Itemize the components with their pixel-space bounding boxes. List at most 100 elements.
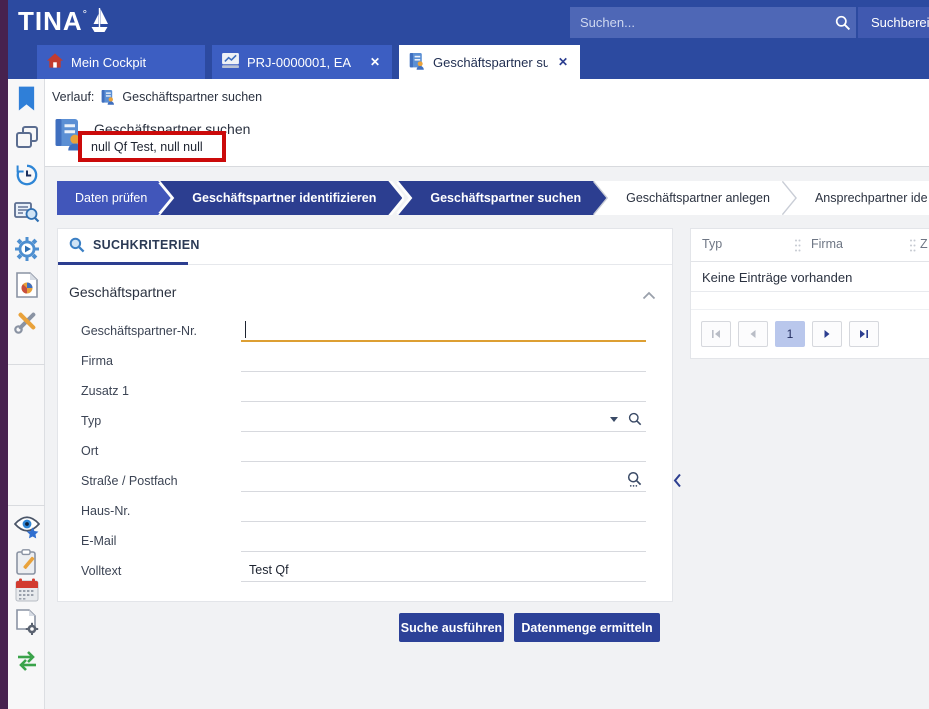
field-label: E-Mail — [81, 534, 116, 548]
sidebar-divider — [8, 364, 45, 365]
column-drag-handle-icon[interactable] — [909, 238, 916, 256]
workflow-step-gp-anlegen[interactable]: Geschäftspartner anlegen — [594, 181, 796, 215]
calendar-icon[interactable] — [8, 578, 45, 602]
close-icon[interactable]: ✕ — [556, 55, 570, 69]
field-label: Straße / Postfach — [81, 474, 178, 488]
close-icon[interactable]: ✕ — [368, 55, 382, 69]
ort-input[interactable] — [241, 439, 646, 462]
document-gear-icon[interactable] — [8, 609, 45, 635]
typ-input[interactable] — [241, 409, 646, 432]
tab-suchkriterien[interactable]: SUCHKRITERIEN — [69, 237, 200, 253]
section-title: Geschäftspartner — [69, 284, 176, 300]
first-page-button[interactable] — [701, 321, 731, 347]
sidebar-divider — [8, 505, 45, 506]
top-header: TINA ° Suchbereich — [8, 0, 929, 45]
tab-geschaeftspartner-suchen[interactable]: Geschäftspartner suc... ✕ — [399, 45, 580, 79]
history-clock-icon[interactable] — [8, 163, 45, 187]
lookup-more-icon[interactable] — [627, 471, 642, 487]
sync-arrows-icon[interactable] — [8, 650, 45, 672]
tools-icon[interactable] — [8, 308, 45, 334]
column-header-firma[interactable]: Firma — [811, 237, 843, 251]
field-row-zusatz1: Zusatz 1 — [58, 377, 672, 407]
datenmenge-ermitteln-button[interactable]: Datenmenge ermitteln — [514, 613, 660, 642]
search-scope-button[interactable]: Suchbereich — [858, 7, 929, 38]
highlighted-subtitle-box: null Qf Test, null null — [78, 131, 226, 162]
column-header-typ[interactable]: Typ — [702, 237, 722, 251]
criteria-fields: Geschäftspartner-Nr. Firma Zusatz 1 Typ — [58, 317, 672, 587]
previous-page-button[interactable] — [738, 321, 768, 347]
active-tab-underline — [58, 262, 188, 265]
workflow-step-gp-suchen[interactable]: Geschäftspartner suchen — [398, 181, 607, 215]
watchlist-eye-icon[interactable] — [8, 515, 45, 541]
workflow-step-gp-identifizieren[interactable]: Geschäftspartner identifizieren — [160, 181, 402, 215]
partner-icon — [409, 52, 425, 73]
gear-play-icon[interactable] — [8, 237, 45, 261]
pages-icon[interactable] — [8, 125, 45, 149]
history-label: Verlauf: — [52, 90, 94, 104]
last-page-button[interactable] — [849, 321, 879, 347]
tab-prj-0000001[interactable]: PRJ-0000001, EA ✕ — [212, 45, 392, 79]
field-label: Typ — [81, 414, 101, 428]
firma-input[interactable] — [241, 349, 646, 372]
field-row-firma: Firma — [58, 347, 672, 377]
next-page-button[interactable] — [812, 321, 842, 347]
table-search-icon[interactable] — [8, 200, 45, 224]
app-logo: TINA ° — [18, 6, 109, 39]
field-row-haus-nr: Haus-Nr. — [58, 497, 672, 527]
geschaeftspartner-nr-input[interactable] — [241, 319, 646, 342]
page-subtitle: null Qf Test, null null — [91, 140, 203, 154]
sailboat-icon — [90, 7, 109, 39]
haus-nr-input[interactable] — [241, 499, 646, 522]
tab-label: Geschäftspartner suc... — [433, 55, 548, 70]
clipboard-edit-icon[interactable] — [8, 549, 45, 575]
empty-results-text: Keine Einträge vorhanden — [702, 270, 852, 285]
field-row-geschaeftspartner-nr: Geschäftspartner-Nr. — [58, 317, 672, 347]
collapse-section-icon[interactable] — [642, 287, 656, 305]
volltext-input[interactable]: Test Qf — [241, 559, 646, 582]
magnifier-icon — [69, 237, 85, 253]
app-window: TINA ° Suchbereich Mein Cockpit PRJ-000 — [0, 0, 929, 709]
home-icon — [47, 53, 63, 71]
field-label: Geschäftspartner-Nr. — [81, 324, 197, 338]
tab-bar: Mein Cockpit PRJ-0000001, EA ✕ Geschäfts… — [8, 45, 929, 79]
chart-icon — [222, 53, 239, 71]
criteria-tab-label: SUCHKRITERIEN — [93, 238, 200, 252]
chevron-down-icon[interactable] — [610, 417, 618, 422]
field-label: Firma — [81, 354, 113, 368]
volltext-value: Test Qf — [249, 563, 289, 577]
workflow-step-daten-pruefen[interactable]: Daten prüfen — [57, 181, 173, 215]
tab-mein-cockpit[interactable]: Mein Cockpit — [37, 45, 205, 79]
history-entry[interactable]: Geschäftspartner suchen — [122, 90, 262, 104]
workflow-step-ansprechpartner[interactable]: Ansprechpartner ide — [783, 181, 929, 215]
logo-text: TINA — [18, 6, 83, 36]
panel-collapse-icon[interactable] — [673, 471, 685, 489]
global-search — [570, 7, 856, 38]
field-row-strasse: Straße / Postfach — [58, 467, 672, 497]
row-divider — [691, 291, 929, 292]
field-row-ort: Ort — [58, 437, 672, 467]
field-label: Volltext — [81, 564, 121, 578]
field-row-email: E-Mail — [58, 527, 672, 557]
page-number-button[interactable]: 1 — [775, 321, 805, 347]
suche-ausfuehren-button[interactable]: Suche ausführen — [399, 613, 504, 642]
results-panel: Typ Firma Z Keine Einträge vorhanden 1 — [690, 228, 929, 359]
pagination: 1 — [701, 321, 879, 347]
tab-label: PRJ-0000001, EA — [247, 55, 360, 70]
field-label: Zusatz 1 — [81, 384, 129, 398]
row-divider — [691, 309, 929, 310]
tab-label: Mein Cockpit — [71, 55, 195, 70]
field-row-typ: Typ — [58, 407, 672, 437]
zusatz1-input[interactable] — [241, 379, 646, 402]
logo-registered-mark: ° — [83, 9, 87, 21]
strasse-input[interactable] — [241, 469, 646, 492]
text-cursor — [245, 321, 246, 338]
column-header-z[interactable]: Z — [920, 237, 928, 251]
column-drag-handle-icon[interactable] — [794, 238, 801, 256]
report-pie-icon[interactable] — [8, 272, 45, 298]
bookmark-icon[interactable] — [8, 86, 45, 112]
search-icon[interactable] — [830, 15, 856, 31]
email-input[interactable] — [241, 529, 646, 552]
search-input[interactable] — [570, 15, 830, 30]
lookup-icon[interactable] — [628, 412, 642, 426]
sidebar — [8, 79, 45, 709]
